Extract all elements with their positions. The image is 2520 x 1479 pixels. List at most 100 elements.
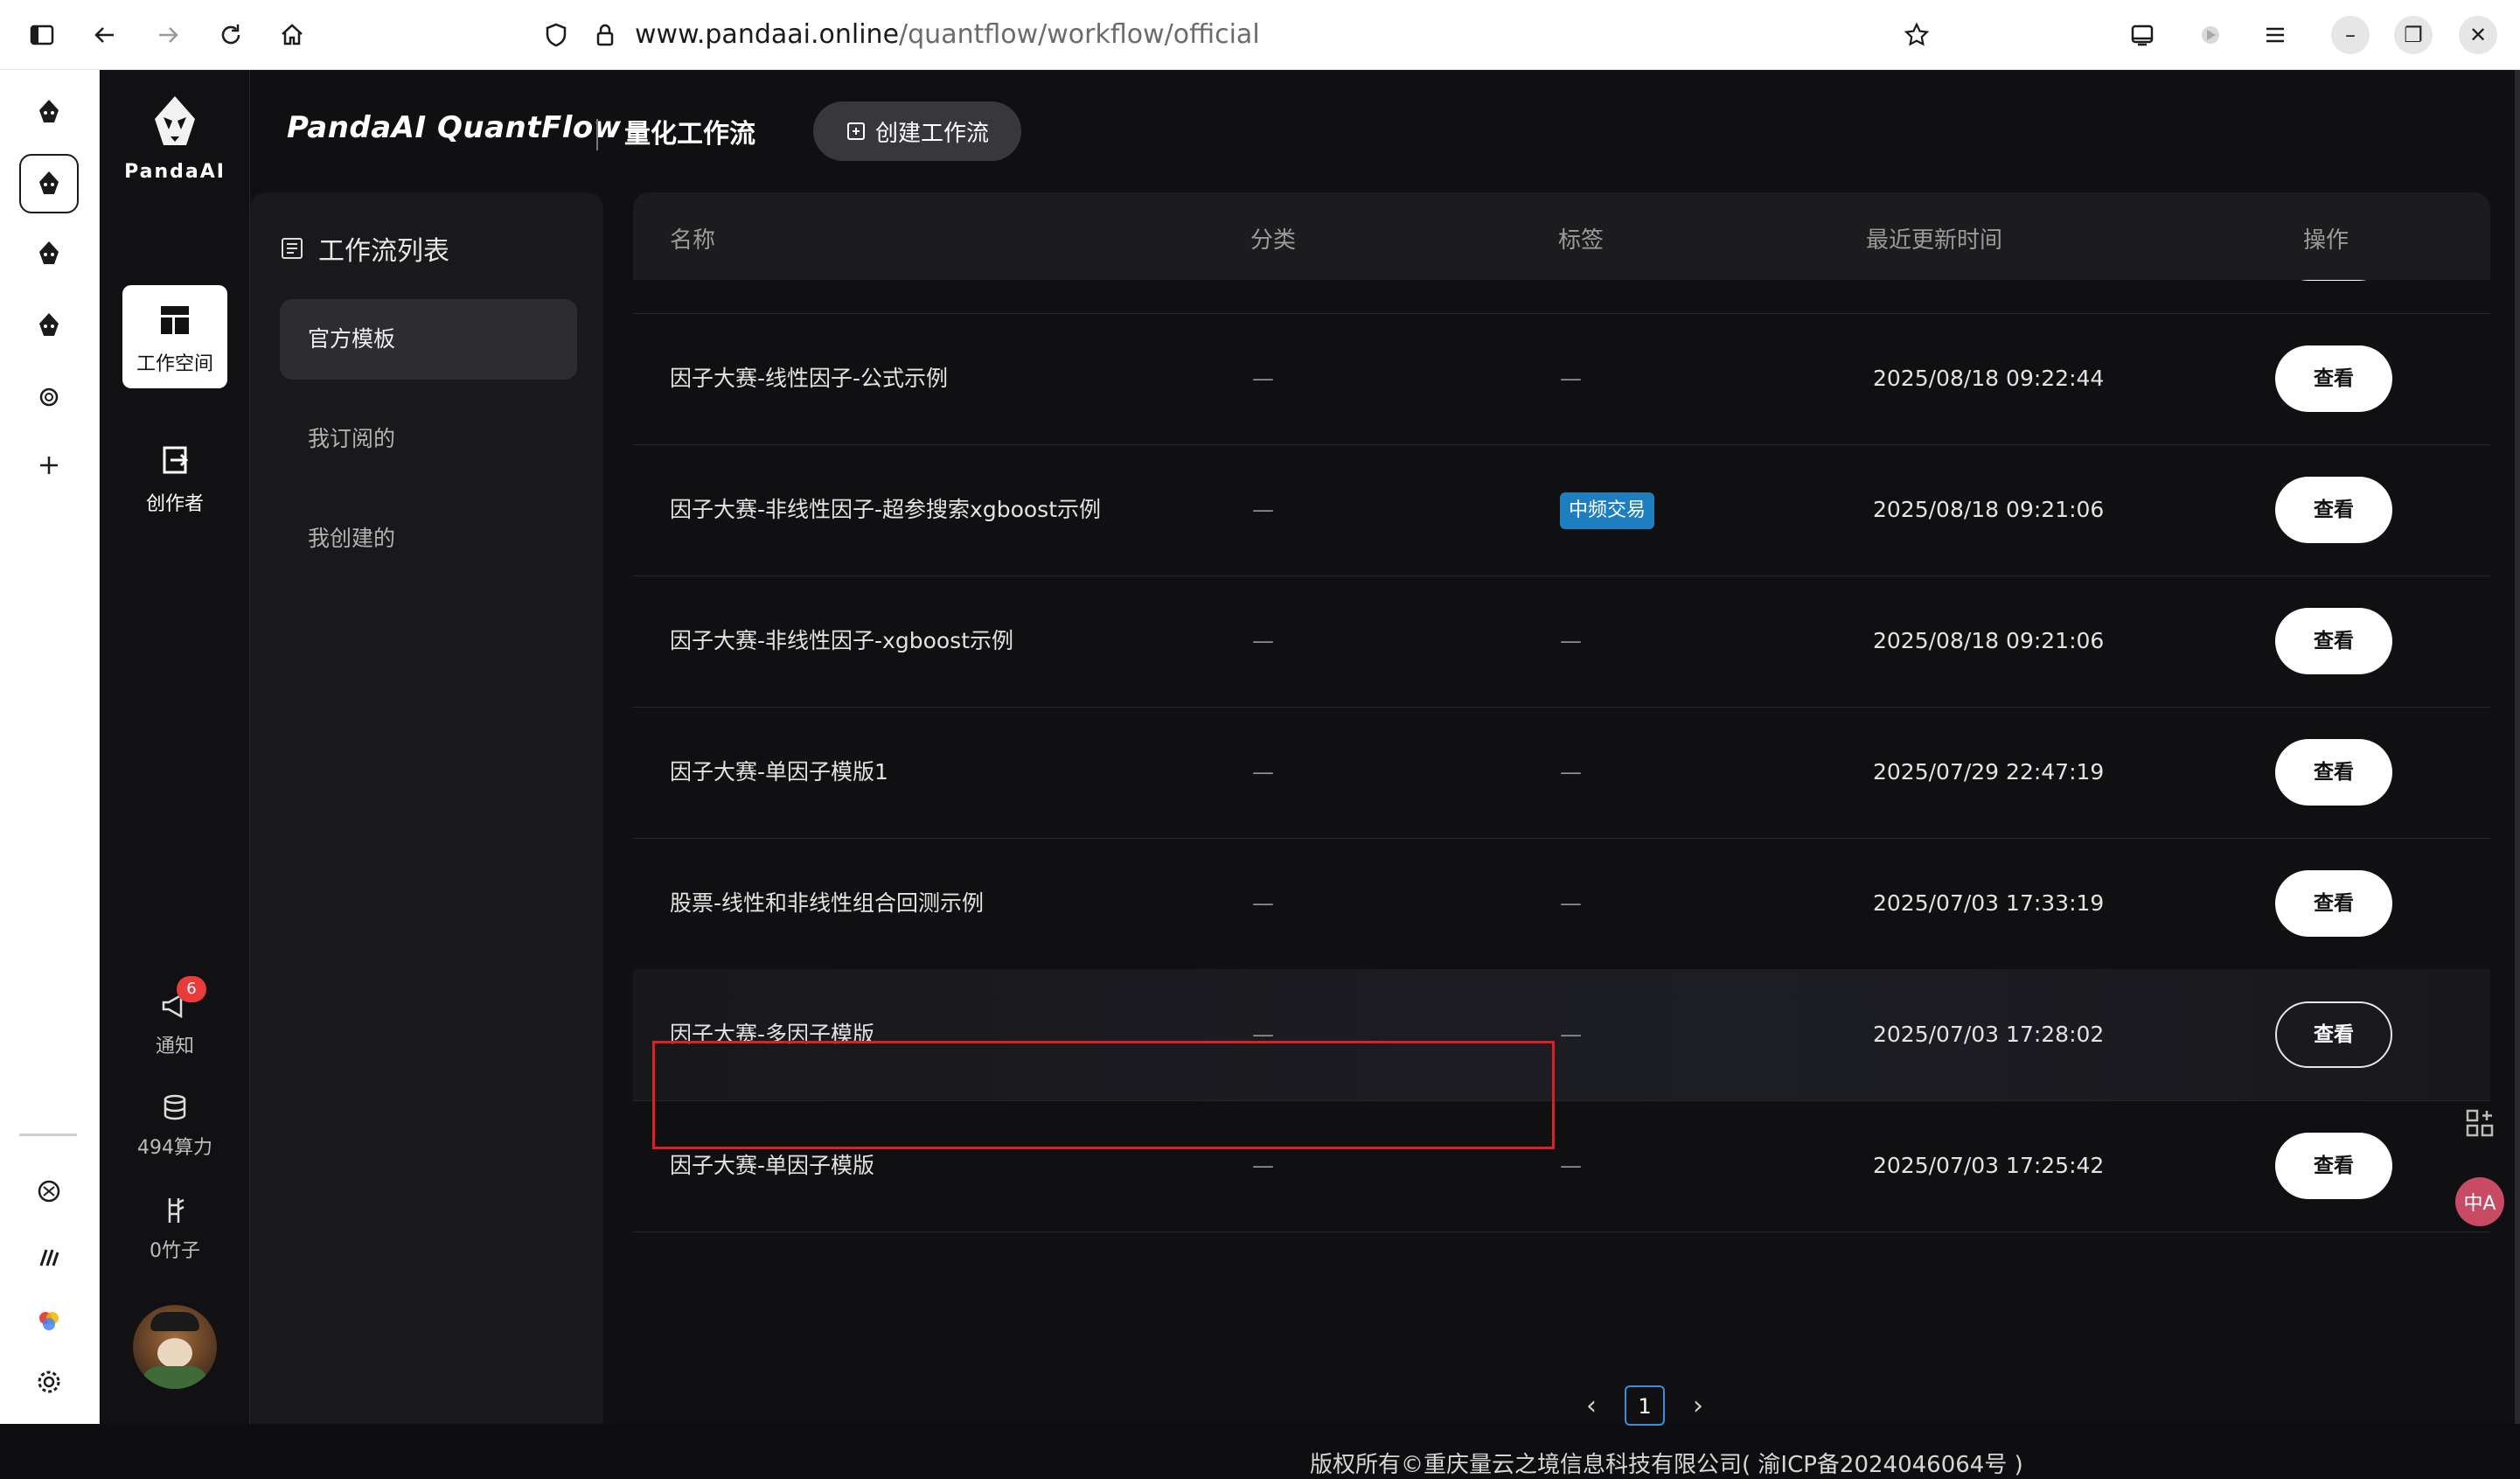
next-page-icon[interactable]: › xyxy=(1693,1391,1703,1421)
app-root: PandaAI 工作空间 创作者 通知 6 494算力 0竹子 PandaAI … xyxy=(100,70,2520,1478)
browser-toolbar: www.pandaai.online/quantflow/workflow/of… xyxy=(0,0,2520,70)
view-button[interactable]: 查看 xyxy=(2275,870,2392,937)
row-tag: — xyxy=(1560,1153,1582,1178)
sidebar-toggle-icon[interactable] xyxy=(21,14,63,56)
view-button[interactable]: 查看 xyxy=(2275,608,2392,674)
table-row: 因子大赛-线性因子-公式示例 — — 2025/08/18 09:22:44 查… xyxy=(633,313,2490,445)
table-header: 名称 分类 标签 最近更新时间 操作 xyxy=(633,192,2490,280)
rail-tab-label: 创作者 xyxy=(145,493,204,515)
compute-label: 494算力 xyxy=(137,1137,212,1159)
nav-subscribed[interactable]: 我订阅的 xyxy=(280,399,577,479)
minimize-icon[interactable]: – xyxy=(2331,16,2370,54)
view-button[interactable]: 查看 xyxy=(2275,345,2392,412)
col-header-tag: 标签 xyxy=(1558,227,1605,254)
bookmark-star-icon[interactable] xyxy=(1896,14,1938,56)
app-subtitle: 量化工作流 xyxy=(624,119,755,150)
pandaai-logo[interactable]: PandaAI xyxy=(100,93,250,183)
row-name: 因子大赛-线性因子-公式示例 xyxy=(670,366,949,391)
pagination: ‹ 1 › xyxy=(1586,1384,1703,1427)
rail-compute[interactable]: 494算力 xyxy=(100,1092,250,1160)
col-header-action: 操作 xyxy=(2303,227,2349,254)
restore-icon[interactable]: ❐ xyxy=(2394,16,2433,54)
row-category: — xyxy=(1252,497,1274,522)
create-workflow-button[interactable]: 创建工作流 xyxy=(813,101,1021,161)
panda-site-icon[interactable] xyxy=(19,82,79,142)
view-button[interactable]: 查看 xyxy=(2275,1133,2392,1199)
rail-tab-workspace[interactable]: 工作空间 xyxy=(122,285,227,388)
back-icon[interactable] xyxy=(84,14,126,56)
col-header-category: 分类 xyxy=(1250,227,1297,254)
panda-site-icon[interactable] xyxy=(19,224,79,283)
extension-icon[interactable] xyxy=(2189,14,2231,56)
forward-icon[interactable] xyxy=(147,14,189,56)
row-name: 因子大赛-非线性因子-超参搜索xgboost示例 xyxy=(670,497,1101,522)
lock-icon[interactable] xyxy=(584,14,626,56)
gemini-icon[interactable] xyxy=(19,1291,79,1350)
row-updated: 2025/07/03 17:28:02 xyxy=(1873,1022,2105,1047)
rail-tab-creator[interactable]: 创作者 xyxy=(122,425,227,528)
panel-heading-text: 工作流列表 xyxy=(318,236,449,267)
view-button[interactable]: 查看 xyxy=(2275,477,2392,543)
avatar-hat xyxy=(150,1312,199,1331)
notify-label: 通知 xyxy=(155,1036,194,1057)
rail-bamboo[interactable]: 0竹子 xyxy=(100,1195,250,1263)
database-icon xyxy=(164,1094,186,1120)
tag-badge[interactable]: 中频交易 xyxy=(1560,492,1655,529)
brand-name: PandaAI xyxy=(124,161,226,183)
perplexity-icon[interactable] xyxy=(19,1228,79,1287)
app-title: PandaAI QuantFlow xyxy=(287,110,622,145)
openai-icon[interactable] xyxy=(19,367,79,427)
row-updated: 2025/08/18 09:21:06 xyxy=(1873,497,2105,522)
prev-page-icon[interactable]: ‹ xyxy=(1586,1391,1597,1421)
create-workflow-label: 创建工作流 xyxy=(874,120,989,147)
title-divider xyxy=(596,119,598,150)
nav-created[interactable]: 我创建的 xyxy=(280,499,577,579)
row-name: 因子大赛-单因子模版1 xyxy=(670,759,888,785)
browser-sidebar xyxy=(0,70,100,1424)
row-name: 因子大赛-非线性因子-xgboost示例 xyxy=(670,628,1013,653)
nav-official-templates[interactable]: 官方模板 xyxy=(280,299,577,380)
view-button[interactable]: 查看 xyxy=(2275,739,2392,806)
avatar-face xyxy=(157,1338,192,1368)
reload-icon[interactable] xyxy=(210,14,252,56)
shield-icon[interactable] xyxy=(535,14,577,56)
app-rail: PandaAI 工作空间 创作者 通知 6 494算力 0竹子 xyxy=(100,70,250,1424)
panda-site-icon[interactable] xyxy=(19,296,79,355)
url-bar[interactable]: www.pandaai.online/quantflow/workflow/of… xyxy=(635,16,1260,54)
bamboo-label: 0竹子 xyxy=(150,1240,200,1262)
home-icon[interactable] xyxy=(271,14,313,56)
settings-gear-icon[interactable] xyxy=(19,1352,79,1412)
row-category: — xyxy=(1252,759,1274,785)
panda-site-active-icon[interactable] xyxy=(19,154,79,213)
highlight-box xyxy=(652,1041,1555,1149)
row-tag: — xyxy=(1560,1022,1582,1047)
row-updated: 2025/08/18 09:22:44 xyxy=(1873,366,2105,391)
reader-view-icon[interactable] xyxy=(2121,14,2163,56)
row-tag: — xyxy=(1560,890,1582,916)
plus-square-icon xyxy=(846,122,865,140)
translate-icon[interactable]: 中A xyxy=(2455,1177,2504,1226)
apps-grid-icon[interactable] xyxy=(2459,1102,2501,1144)
rail-notify[interactable]: 通知 6 xyxy=(100,976,250,1058)
row-category: — xyxy=(1252,366,1274,391)
list-icon xyxy=(282,238,303,259)
avatar-body xyxy=(142,1366,208,1389)
creator-icon xyxy=(163,446,189,474)
scrollbar-track[interactable] xyxy=(2515,70,2520,1424)
sidebar-divider xyxy=(19,1134,77,1136)
row-tag: — xyxy=(1560,759,1582,785)
page-number[interactable]: 1 xyxy=(1625,1385,1665,1426)
menu-icon[interactable] xyxy=(2254,14,2296,56)
table-row: 因子大赛-单因子模版1 — — 2025/07/29 22:47:19 查看 xyxy=(633,707,2490,839)
panda-logo-icon xyxy=(155,96,195,145)
panel-heading: 工作流列表 xyxy=(280,229,449,268)
url-path: /quantflow/workflow/official xyxy=(899,19,1260,50)
row-updated: 2025/07/03 17:33:19 xyxy=(1873,890,2105,916)
user-avatar[interactable] xyxy=(133,1305,217,1389)
chatgpt-icon[interactable] xyxy=(19,1162,79,1221)
close-icon[interactable]: ✕ xyxy=(2459,16,2497,54)
add-panel-icon[interactable] xyxy=(19,436,79,495)
rail-tab-label: 工作空间 xyxy=(136,353,213,375)
table-row: 因子大赛-非线性因子-超参搜索xgboost示例 — 中频交易 2025/08/… xyxy=(633,444,2490,576)
view-button[interactable]: 查看 xyxy=(2275,1001,2392,1068)
